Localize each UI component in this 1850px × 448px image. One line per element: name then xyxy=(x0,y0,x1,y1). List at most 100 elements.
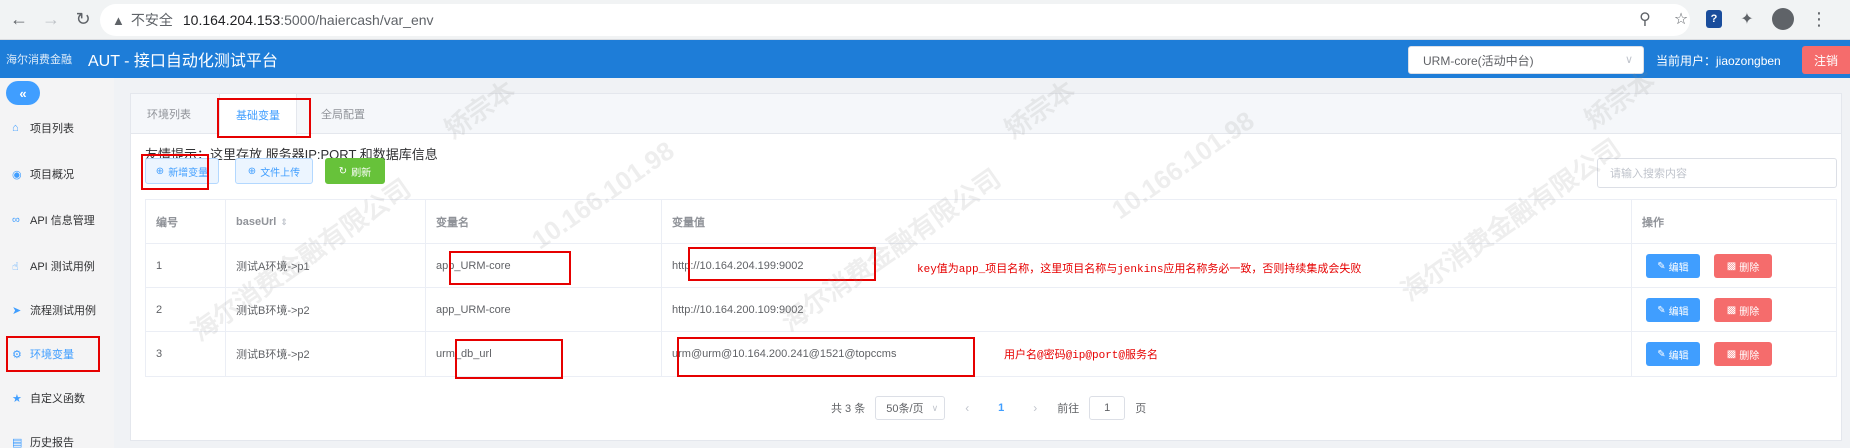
sidebar-item-project-list[interactable]: ⌂ 项目列表 xyxy=(0,116,114,140)
chevron-down-icon: ∨ xyxy=(931,402,939,413)
goto-label: 前往 xyxy=(1057,403,1080,415)
cell-baseurl: 测试B环境->p2 xyxy=(226,288,426,332)
next-page-icon[interactable]: › xyxy=(1023,401,1047,415)
edit-label: 编辑 xyxy=(1668,262,1689,274)
delete-label: 删除 xyxy=(1739,262,1760,274)
col-header-baseurl-label: baseUrl xyxy=(236,216,277,228)
trash-icon: ▩ xyxy=(1726,304,1737,316)
menu-dots-icon[interactable]: ⋮ xyxy=(1808,8,1830,30)
edit-label: 编辑 xyxy=(1668,306,1689,318)
app-title: AUT - 接口自动化测试平台 xyxy=(88,53,278,70)
puzzle-icon[interactable]: ✦ xyxy=(1736,8,1758,30)
col-header-name: 变量名 xyxy=(426,200,662,244)
col-header-baseurl[interactable]: baseUrl ⇕ xyxy=(226,200,426,244)
sidebar-item-label: 历史报告 xyxy=(30,437,74,448)
page-size-value: 50条/页 xyxy=(886,403,924,415)
sidebar-item-api-testcase[interactable]: ☝ API 测试用例 xyxy=(0,254,114,278)
forward-icon[interactable]: → xyxy=(38,7,64,33)
sidebar-item-api-info[interactable]: ∞ API 信息管理 xyxy=(0,208,114,232)
reload-icon[interactable]: ↻ xyxy=(70,7,96,33)
edit-button[interactable]: ✎ 编辑 xyxy=(1646,342,1700,366)
tab-env-list[interactable]: 环境列表 xyxy=(131,94,207,134)
browser-actions: ⚲ ☆ ? ✦ ⋮ xyxy=(1634,8,1830,30)
refresh-button[interactable]: ↻ 刷新 xyxy=(325,158,385,184)
annotation-note: key值为app_项目名称，这里项目名称与jenkins应用名称务必一致，否则持… xyxy=(917,264,1362,276)
cell-id: 1 xyxy=(146,244,226,288)
home-icon: ⌂ xyxy=(12,122,19,134)
project-select-value: URM-core(活动中台) xyxy=(1423,53,1534,68)
gear-icon: ⚙ xyxy=(12,348,22,361)
page-number[interactable]: 1 xyxy=(989,402,1013,414)
delete-button[interactable]: ▩ 删除 xyxy=(1714,254,1772,278)
sort-icon[interactable]: ⇕ xyxy=(280,217,288,228)
link-icon: ∞ xyxy=(12,214,20,226)
cell-baseurl: 测试A环境->p1 xyxy=(226,244,426,288)
thumb-icon: ☝ xyxy=(12,260,19,273)
collapse-sidebar-button[interactable]: « xyxy=(6,81,40,105)
table-row: 3 测试B环境->p2 urm_db_url urm@urm@10.164.20… xyxy=(146,332,1836,376)
col-header-id: 编号 xyxy=(146,200,226,244)
col-header-actions: 操作 xyxy=(1642,217,1664,229)
upload-file-label: 文件上传 xyxy=(260,167,301,179)
main-card: 环境列表 基础变量 全局配置 友情提示：这里存放 服务器IP:PORT 和数据库… xyxy=(130,93,1842,441)
sidebar-item-flow-testcase[interactable]: ➤ 流程测试用例 xyxy=(0,298,114,322)
cell-name: urm_db_url xyxy=(426,332,662,376)
chevron-down-icon: ∨ xyxy=(1624,54,1633,66)
add-variable-button[interactable]: ⊕ 新增变量 xyxy=(145,158,219,184)
star-bookmark-icon[interactable]: ☆ xyxy=(1670,8,1692,30)
delete-button[interactable]: ▩ 删除 xyxy=(1714,342,1772,366)
edit-icon: ✎ xyxy=(1657,260,1666,272)
star-icon: ★ xyxy=(12,392,22,405)
delete-label: 删除 xyxy=(1739,350,1760,362)
cell-name: app_URM-core xyxy=(426,244,662,288)
trash-icon: ▩ xyxy=(1726,348,1737,360)
trash-icon: ▩ xyxy=(1726,260,1737,272)
refresh-icon: ↻ xyxy=(338,165,348,177)
tab-global-config[interactable]: 全局配置 xyxy=(305,94,381,134)
add-variable-label: 新增变量 xyxy=(168,167,209,179)
delete-button[interactable]: ▩ 删除 xyxy=(1714,298,1772,322)
pagination: 共 3 条 50条/页 ∨ ‹ 1 › 前往 1 页 xyxy=(831,394,1146,422)
search-input[interactable]: 请输入搜索内容 xyxy=(1597,158,1837,188)
sidebar-item-history-report[interactable]: ▤ 历史报告 xyxy=(0,430,114,448)
extension-icon[interactable]: ? xyxy=(1706,10,1722,28)
zoom-icon[interactable]: ⚲ xyxy=(1634,8,1656,30)
cell-baseurl: 测试B环境->p2 xyxy=(226,332,426,376)
edit-label: 编辑 xyxy=(1668,350,1689,362)
cell-id: 3 xyxy=(146,332,226,376)
page-unit-label: 页 xyxy=(1135,403,1147,415)
refresh-label: 刷新 xyxy=(351,167,372,179)
sidebar-item-label: 项目列表 xyxy=(30,123,74,135)
edit-button[interactable]: ✎ 编辑 xyxy=(1646,254,1700,278)
tab-bar: 环境列表 基础变量 全局配置 xyxy=(131,94,1841,135)
upload-icon: ⊕ xyxy=(247,165,257,177)
eye-icon: ◉ xyxy=(12,168,22,181)
edit-button[interactable]: ✎ 编辑 xyxy=(1646,298,1700,322)
sidebar-item-label: 项目概况 xyxy=(30,169,74,181)
page-size-select[interactable]: 50条/页 ∨ xyxy=(875,396,946,420)
logout-button[interactable]: 注销 xyxy=(1802,46,1850,74)
browser-toolbar: ← → ↻ ▲ 不安全 10.164.204.153:5000/haiercas… xyxy=(0,0,1850,40)
address-bar[interactable]: ▲ 不安全 10.164.204.153:5000/haiercash/var_… xyxy=(100,4,1690,36)
doc-icon: ▤ xyxy=(12,436,23,448)
upload-file-button[interactable]: ⊕ 文件上传 xyxy=(235,158,313,184)
url-host: 10.164.204.153 xyxy=(182,12,281,28)
goto-page-input[interactable]: 1 xyxy=(1089,396,1126,420)
prev-page-icon[interactable]: ‹ xyxy=(955,401,979,415)
sidebar-item-env-vars[interactable]: ⚙ 环境变量 xyxy=(0,342,114,366)
cell-id: 2 xyxy=(146,288,226,332)
project-select[interactable]: URM-core(活动中台) ∨ xyxy=(1408,46,1644,74)
tab-base-vars[interactable]: 基础变量 xyxy=(219,94,297,135)
cell-name: app_URM-core xyxy=(426,288,662,332)
sidebar-item-label: API 信息管理 xyxy=(30,215,95,227)
back-icon[interactable]: ← xyxy=(6,7,32,33)
plus-circle-icon: ⊕ xyxy=(155,165,165,177)
profile-avatar-icon[interactable] xyxy=(1772,8,1794,30)
sidebar-item-custom-functions[interactable]: ★ 自定义函数 xyxy=(0,386,114,410)
warning-icon: ▲ xyxy=(112,12,125,28)
sidebar-item-project-overview[interactable]: ◉ 项目概况 xyxy=(0,162,114,186)
logo: 海尔消费金融 xyxy=(6,54,72,66)
col-header-value: 变量值 xyxy=(662,200,1632,244)
table-header-row: 编号 baseUrl ⇕ 变量名 变量值 操作 xyxy=(146,200,1836,244)
variables-table: 编号 baseUrl ⇕ 变量名 变量值 操作 1 测试A环境->p1 app_U… xyxy=(145,199,1837,377)
